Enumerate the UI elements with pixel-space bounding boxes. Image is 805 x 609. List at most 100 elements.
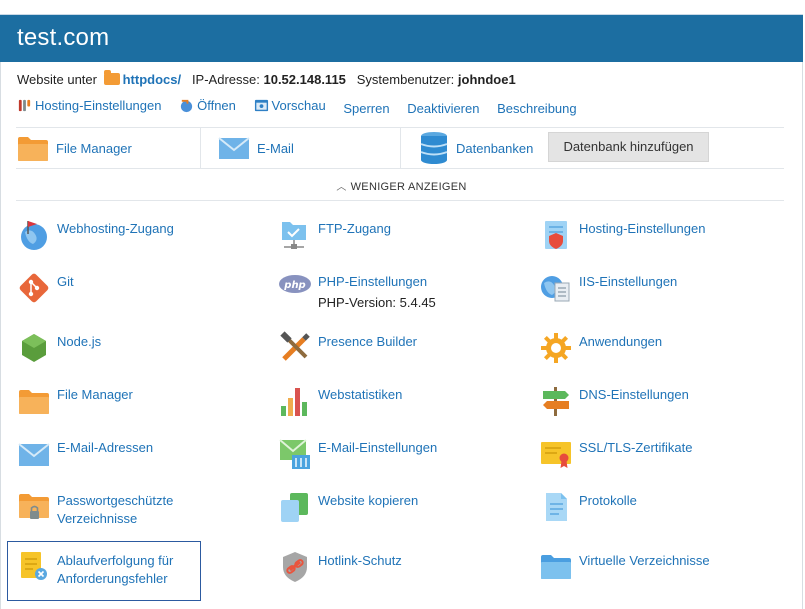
open-action[interactable]: Öffnen: [179, 98, 236, 113]
hosting-settings-action[interactable]: Hosting-Einstellungen: [17, 98, 161, 113]
mail-settings-icon: [279, 439, 310, 469]
add-database-button[interactable]: Datenbank hinzufügen: [548, 132, 709, 162]
tool-label: File Manager: [57, 387, 133, 402]
dns-signpost-icon: [543, 387, 569, 416]
git-icon: [19, 273, 49, 303]
tool-virtual-directories[interactable]: Virtuelle Verzeichnisse: [539, 550, 710, 584]
folder-icon: [18, 137, 48, 161]
tool-php-settings[interactable]: php PHP-Einstellungen PHP-Version: 5.4.4…: [278, 271, 436, 312]
website-info: Website unter httpdocs/ IP-Adresse: 10.5…: [17, 69, 516, 89]
php-version: PHP-Version: 5.4.45: [318, 295, 436, 310]
tool-ssl-certificates[interactable]: SSL/TLS-Zertifikate: [539, 437, 692, 471]
tool-label: Node.js: [57, 334, 102, 349]
tool-hotlink-protection[interactable]: Hotlink-Schutz: [278, 550, 402, 584]
tool-label: Ablaufverfolgung für: [57, 553, 174, 568]
ip-label: IP-Adresse:: [191, 72, 260, 88]
tool-label: Website kopieren: [318, 493, 419, 508]
user-value: johndoe1: [457, 72, 516, 88]
tool-label: Webhosting-Zugang: [57, 221, 174, 236]
domain-title: test.com: [17, 24, 110, 51]
tool-label: Hosting-Einstellungen: [579, 221, 706, 236]
tool-label: Protokolle: [579, 493, 637, 508]
globe-flag-icon: [21, 221, 47, 250]
show-less-toggle[interactable]: ︿ WENIGER ANZEIGEN: [0, 178, 803, 193]
folder-icon: [103, 69, 120, 85]
tool-webhosting-access[interactable]: Webhosting-Zugang: [17, 218, 174, 252]
shield-link-icon: [283, 552, 307, 582]
iis-icon: [541, 276, 570, 302]
log-document-icon: [546, 493, 567, 521]
description-action[interactable]: Beschreibung: [497, 101, 577, 116]
preview-window-icon: [254, 99, 268, 112]
hosting-document-icon: [545, 221, 567, 249]
copy-icon: [281, 493, 308, 522]
preview-action[interactable]: Vorschau: [254, 98, 326, 113]
hammer-pencil-icon: [280, 331, 310, 361]
bar-chart-icon: [281, 388, 307, 416]
tool-label: Virtuelle Verzeichnisse: [579, 553, 710, 568]
hosting-settings-label: Hosting-Einstellungen: [35, 98, 162, 113]
tool-label: Anwendungen: [579, 334, 663, 349]
failed-request-icon: [21, 552, 47, 580]
locked-folder-icon: [19, 494, 49, 519]
tool-nodejs[interactable]: Node.js: [17, 331, 101, 365]
top-bar: [0, 0, 805, 14]
tool-failed-request-tracing[interactable]: Ablaufverfolgung für Anforderungsfehler: [7, 541, 201, 601]
tile-databases-label: Datenbanken: [456, 140, 534, 156]
certificate-icon: [541, 442, 571, 468]
tool-email-settings[interactable]: E-Mail-Einstellungen: [278, 437, 437, 471]
tool-ftp-access[interactable]: FTP-Zugang: [278, 218, 391, 252]
tool-hosting-settings[interactable]: Hosting-Einstellungen: [539, 218, 705, 252]
lock-action[interactable]: Sperren: [343, 101, 389, 116]
tools-icon: [18, 99, 31, 112]
gear-icon: [541, 333, 571, 363]
folder-icon: [19, 390, 49, 414]
virtual-folder-icon: [541, 555, 571, 579]
show-less-label: WENIGER ANZEIGEN: [350, 181, 467, 193]
tool-git[interactable]: Git: [17, 271, 74, 305]
website-prefix: Website unter: [17, 72, 97, 88]
docroot-link[interactable]: httpdocs/: [123, 72, 182, 87]
database-icon: [420, 132, 448, 164]
domain-actions: Hosting-Einstellungen Öffnen Vorschau Sp…: [17, 98, 591, 116]
user-label: Systembenutzer:: [356, 72, 455, 88]
tool-dns-settings[interactable]: DNS-Einstellungen: [539, 384, 689, 418]
tile-email[interactable]: E-Mail: [217, 128, 294, 168]
php-icon: php: [279, 275, 311, 293]
tool-file-manager[interactable]: File Manager: [17, 384, 133, 418]
tool-label: DNS-Einstellungen: [579, 387, 689, 402]
tool-label: PHP-Einstellungen: [318, 274, 428, 289]
tool-presence-builder[interactable]: Presence Builder: [278, 331, 417, 365]
envelope-icon: [218, 137, 250, 159]
tool-label: Passwortgeschützte: [57, 493, 174, 508]
deactivate-action[interactable]: Deaktivieren: [407, 101, 479, 116]
tool-applications[interactable]: Anwendungen: [539, 331, 662, 365]
tile-file-manager[interactable]: File Manager: [16, 128, 132, 168]
tile-email-label: E-Mail: [257, 140, 294, 156]
svg-text:php: php: [283, 280, 305, 291]
tool-label: E-Mail-Einstellungen: [318, 440, 438, 455]
tool-web-statistics[interactable]: Webstatistiken: [278, 384, 402, 418]
tool-protected-directories[interactable]: Passwortgeschützte Verzeichnisse: [17, 490, 173, 528]
tile-databases[interactable]: Datenbanken: [418, 128, 533, 168]
tool-label: E-Mail-Adressen: [57, 440, 154, 455]
domain-header: test.com: [0, 14, 803, 62]
tool-label: FTP-Zugang: [318, 221, 391, 236]
tool-label: Hotlink-Schutz: [318, 553, 402, 568]
tool-label-line2: Anforderungsfehler: [57, 571, 168, 586]
ip-value: 10.52.148.115: [263, 72, 346, 88]
tool-email-addresses[interactable]: E-Mail-Adressen: [17, 437, 153, 471]
open-label: Öffnen: [197, 98, 236, 113]
tool-copy-website[interactable]: Website kopieren: [278, 490, 418, 524]
tool-logs[interactable]: Protokolle: [539, 490, 637, 524]
tool-label-line2: Verzeichnisse: [57, 511, 138, 526]
envelope-icon: [18, 443, 50, 466]
chevron-up-icon: ︿: [336, 182, 347, 193]
tool-label: Git: [57, 274, 74, 289]
tool-iis-settings[interactable]: IIS-Einstellungen: [539, 271, 677, 305]
tool-label: IIS-Einstellungen: [579, 274, 678, 289]
tile-file-manager-label: File Manager: [56, 140, 132, 156]
tile-divider: [400, 128, 401, 168]
globe-arrow-icon: [180, 99, 193, 113]
divider: [16, 200, 784, 201]
